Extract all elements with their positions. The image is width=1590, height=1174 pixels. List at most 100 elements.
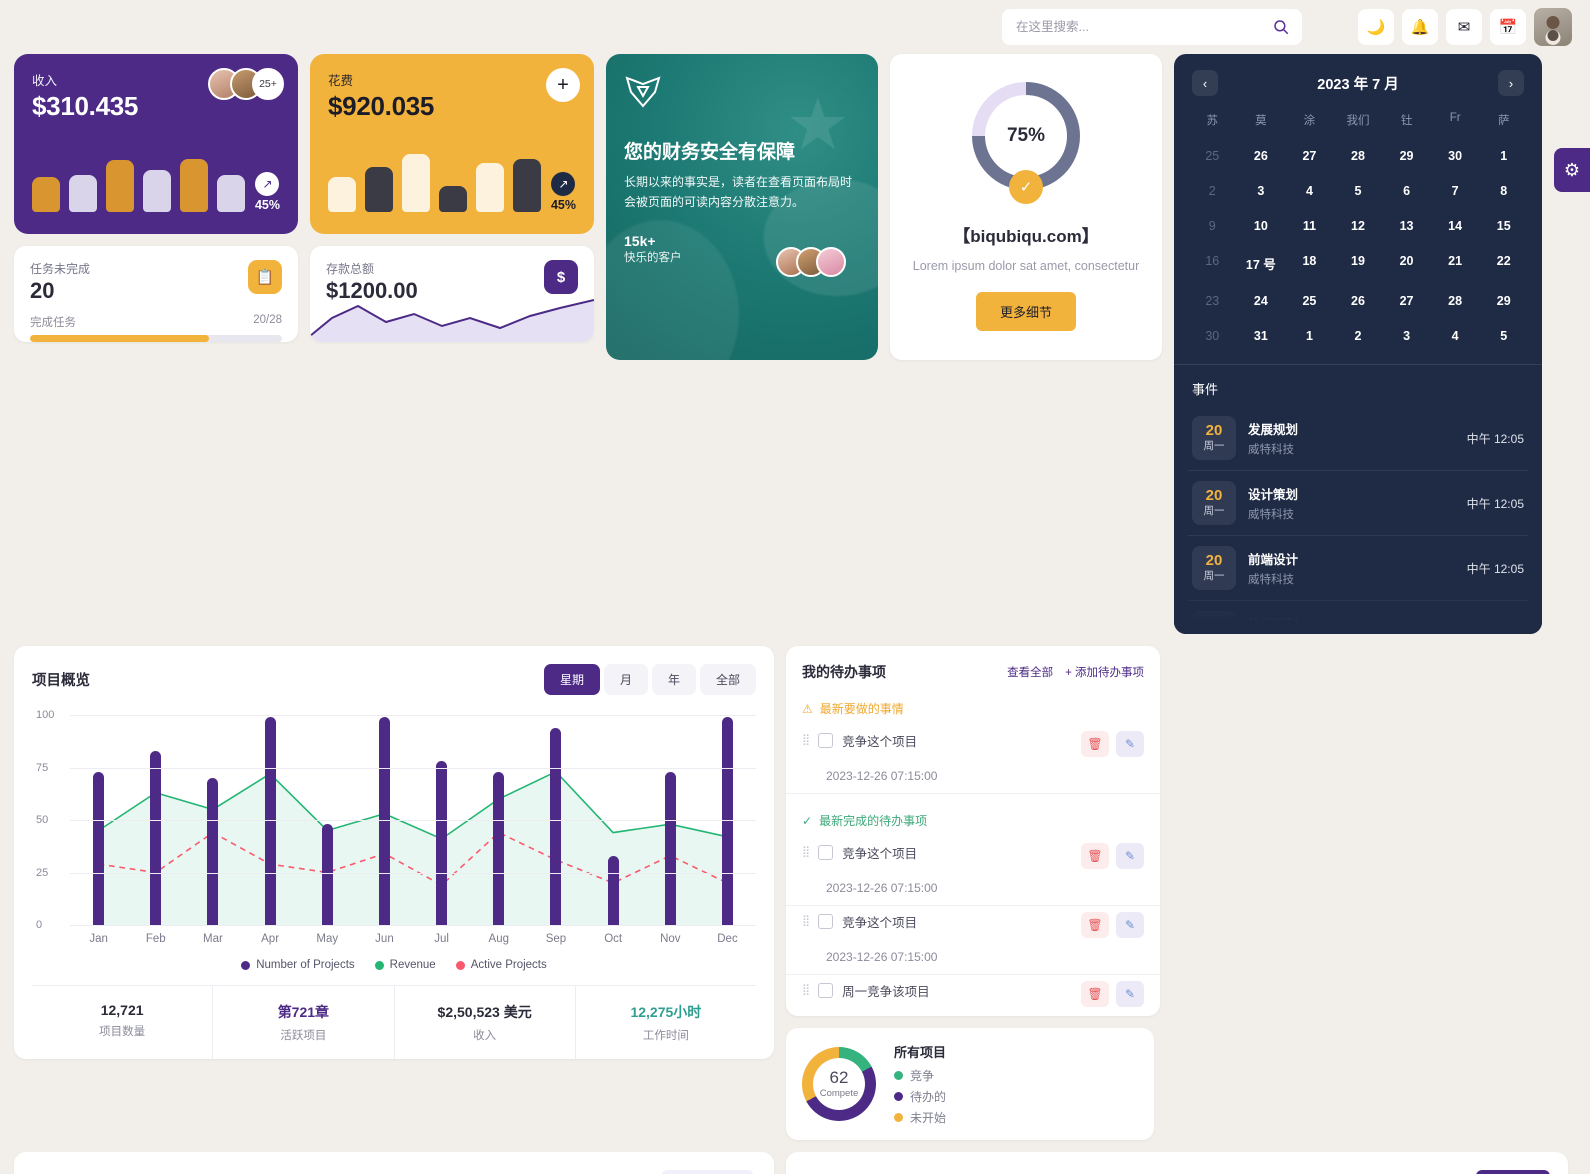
calendar-day[interactable]: 25 — [1188, 142, 1237, 170]
chart-bar[interactable] — [321, 824, 333, 925]
moon-icon[interactable]: 🌙 — [1358, 9, 1394, 45]
more-details-button[interactable]: 更多细节 — [975, 292, 1076, 331]
chart-bar[interactable] — [607, 855, 619, 925]
tab-month[interactable]: 月 — [603, 664, 648, 695]
chart-bar[interactable] — [93, 771, 105, 925]
calendar-day[interactable]: 12 — [1334, 212, 1383, 240]
search-icon[interactable] — [1272, 18, 1290, 36]
chart-bar[interactable] — [493, 771, 505, 925]
event-row[interactable]: 20 周一 发展规划 威特科技 中午 12:05 — [1188, 406, 1528, 471]
todo-checkbox[interactable] — [818, 733, 834, 748]
calendar-day[interactable]: 29 — [1479, 287, 1528, 315]
settings-gear-icon[interactable]: ⚙ — [1554, 148, 1590, 192]
calendar-day[interactable]: 30 — [1188, 322, 1237, 350]
search-input[interactable] — [1002, 9, 1302, 45]
calendar-day[interactable]: 4 — [1431, 322, 1480, 350]
chart-bar[interactable] — [207, 778, 219, 925]
chart-legend-item[interactable]: Number of Projects — [241, 959, 355, 971]
calendar-day[interactable]: 10 — [1237, 212, 1286, 240]
calendar-day[interactable]: 1 — [1285, 322, 1334, 350]
calendar-day[interactable]: 28 — [1334, 142, 1383, 170]
mail-icon[interactable]: ✉ — [1446, 9, 1482, 45]
calendar-day[interactable]: 5 — [1334, 177, 1383, 205]
calendar-day[interactable]: 2 — [1188, 177, 1237, 205]
chart-bar[interactable] — [721, 717, 733, 925]
calendar-day[interactable]: 6 — [1382, 177, 1431, 205]
delete-icon[interactable]: 🗑 — [1081, 912, 1109, 938]
calendar-day[interactable]: 26 — [1334, 287, 1383, 315]
todo-item[interactable]: ⣿ 周一竞争该项目 🗑 ✎ — [802, 975, 1144, 1011]
calendar-day[interactable]: 5 — [1479, 322, 1528, 350]
tab-year[interactable]: 年 — [651, 664, 696, 695]
calendar-day[interactable]: 3 — [1237, 177, 1286, 205]
chart-bar[interactable] — [264, 717, 276, 925]
todo-checkbox[interactable] — [818, 914, 834, 929]
bell-icon[interactable]: 🔔 — [1402, 9, 1438, 45]
drag-handle-icon[interactable]: ⣿ — [802, 912, 810, 927]
calendar-day[interactable]: 3 — [1382, 322, 1431, 350]
calendar-day[interactable]: 31 — [1237, 322, 1286, 350]
calendar-day[interactable]: 26 — [1237, 142, 1286, 170]
calendar-day[interactable]: 18 — [1285, 247, 1334, 280]
calendar-day[interactable]: 14 — [1431, 212, 1480, 240]
calendar-day[interactable]: 20 — [1382, 247, 1431, 280]
todo-item[interactable]: ⣿ 竞争这个项目 🗑 ✎ — [802, 725, 1144, 761]
calendar-day[interactable]: 11 — [1285, 212, 1334, 240]
calendar-next-button[interactable]: › — [1497, 70, 1524, 96]
todo-item[interactable]: ⣿ 竞争这个项目 🗑 ✎ — [802, 837, 1144, 873]
running-view-all-button[interactable]: 查看全部 — [1476, 1170, 1550, 1174]
todo-checkbox[interactable] — [818, 983, 834, 998]
calendar-prev-button[interactable]: ‹ — [1192, 70, 1218, 96]
calendar-day[interactable]: 17 号 — [1237, 247, 1286, 280]
chart-bar[interactable] — [150, 750, 162, 925]
todo-view-all-link[interactable]: 查看全部 — [1007, 664, 1053, 680]
delete-icon[interactable]: 🗑 — [1081, 843, 1109, 869]
calendar-day[interactable]: 2 — [1334, 322, 1383, 350]
calendar-day[interactable]: 4 — [1285, 177, 1334, 205]
delete-icon[interactable]: 🗑 — [1081, 981, 1109, 1007]
chart-bar[interactable] — [664, 771, 676, 925]
calendar-day[interactable]: 16 — [1188, 247, 1237, 280]
calendar-day[interactable]: 19 — [1334, 247, 1383, 280]
user-avatar[interactable] — [1534, 8, 1572, 46]
chart-legend-item[interactable]: Active Projects — [455, 959, 547, 971]
revenue-avatars[interactable]: 25+ — [208, 68, 284, 100]
todo-checkbox[interactable] — [818, 845, 834, 860]
edit-icon[interactable]: ✎ — [1116, 981, 1144, 1007]
edit-icon[interactable]: ✎ — [1116, 731, 1144, 757]
calendar-day[interactable]: 24 — [1237, 287, 1286, 315]
calendar-day[interactable]: 7 — [1431, 177, 1480, 205]
calendar-icon[interactable]: 📅 — [1490, 9, 1526, 45]
add-expense-button[interactable]: + — [546, 68, 580, 102]
chart-bar[interactable] — [436, 761, 448, 925]
calendar-day[interactable]: 15 — [1479, 212, 1528, 240]
todo-add-link[interactable]: + 添加待办事项 — [1065, 664, 1144, 680]
tab-all[interactable]: 全部 — [699, 664, 756, 695]
drag-handle-icon[interactable]: ⣿ — [802, 843, 810, 858]
calendar-day[interactable]: 22 — [1479, 247, 1528, 280]
calendar-day[interactable]: 25 — [1285, 287, 1334, 315]
calendar-day-selected[interactable]: 21 — [1431, 247, 1480, 280]
drag-handle-icon[interactable]: ⣿ — [802, 981, 810, 996]
calendar-day[interactable]: 27 — [1285, 142, 1334, 170]
calendar-day[interactable]: 13 — [1382, 212, 1431, 240]
delete-icon[interactable]: 🗑 — [1081, 731, 1109, 757]
event-row[interactable]: 20周一软件规划威特科技中午 12:05 — [1188, 601, 1528, 634]
chart-legend-item[interactable]: Revenue — [374, 959, 436, 971]
calendar-day[interactable]: 27 — [1382, 287, 1431, 315]
calendar-day[interactable]: 29 — [1382, 142, 1431, 170]
event-row[interactable]: 20 周一 设计策划 威特科技 中午 12:05 — [1188, 471, 1528, 536]
calendar-day[interactable]: 8 — [1479, 177, 1528, 205]
chart-bar[interactable] — [550, 727, 562, 925]
avatar-more[interactable]: 25+ — [252, 68, 284, 100]
calendar-day[interactable]: 23 — [1188, 287, 1237, 315]
drag-handle-icon[interactable]: ⣿ — [802, 731, 810, 746]
chart-bar[interactable] — [378, 717, 390, 925]
todo-item[interactable]: ⣿ 竞争这个项目 🗑 ✎ — [802, 906, 1144, 942]
calendar-day[interactable]: 1 — [1479, 142, 1528, 170]
edit-icon[interactable]: ✎ — [1116, 912, 1144, 938]
tab-week[interactable]: 星期 — [543, 664, 600, 695]
export-report-button[interactable]: 📄 出口报告 — [660, 1170, 754, 1174]
calendar-day[interactable]: 9 — [1188, 212, 1237, 240]
calendar-day[interactable]: 30 — [1431, 142, 1480, 170]
